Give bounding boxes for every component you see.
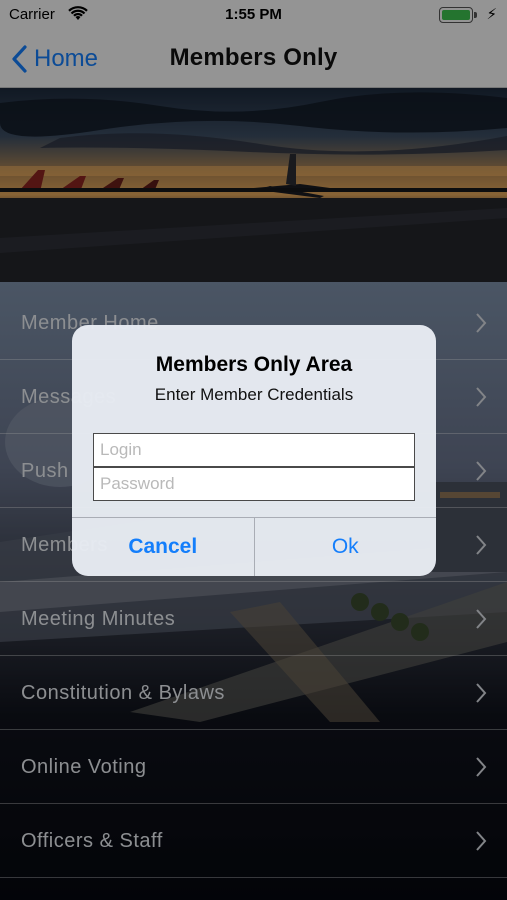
ok-button[interactable]: Ok (255, 518, 437, 576)
alert-title: Members Only Area (155, 353, 353, 376)
alert-message: Enter Member Credentials (154, 385, 354, 404)
login-input[interactable] (93, 433, 415, 467)
password-input[interactable] (93, 467, 415, 501)
cancel-button[interactable]: Cancel (72, 518, 255, 576)
login-alert-dialog: Members Only Area Enter Member Credentia… (72, 325, 436, 576)
alert-button-bar: Cancel Ok (72, 517, 436, 576)
